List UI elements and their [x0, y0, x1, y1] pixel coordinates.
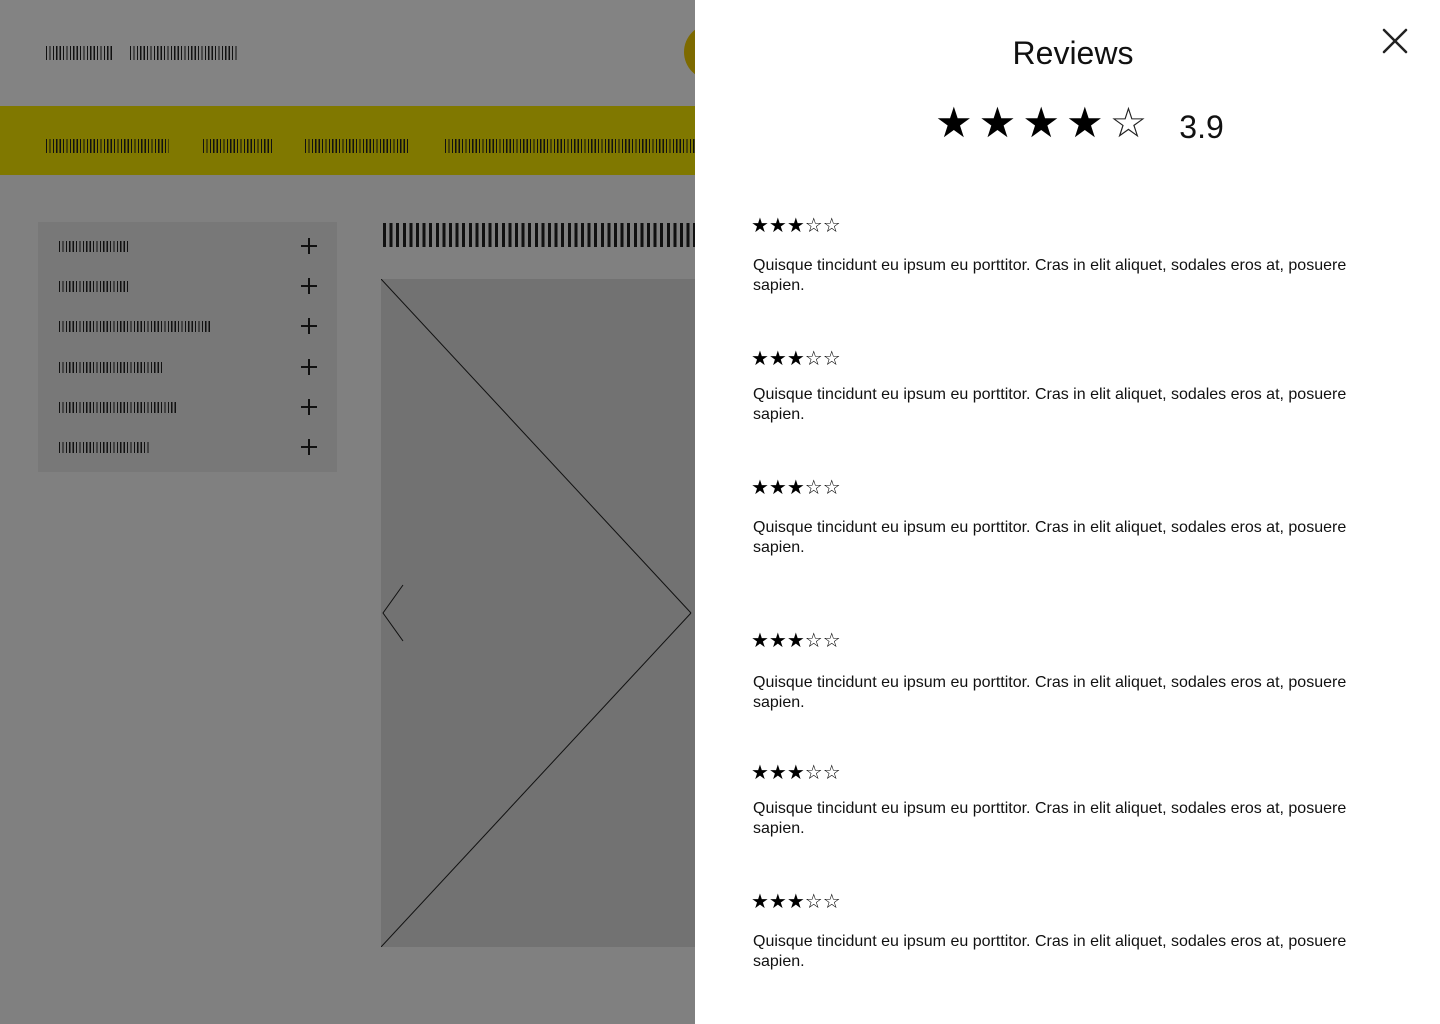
review-text: Quisque tincidunt eu ipsum eu porttitor.…	[753, 800, 1347, 837]
review-rating-stars: ★★★☆☆	[751, 760, 841, 784]
sidebar-item[interactable]	[38, 226, 337, 266]
sidebar-item-label	[59, 281, 128, 292]
plus-icon[interactable]	[301, 278, 317, 294]
nav-item[interactable]	[305, 139, 408, 153]
reviews-drawer: Reviews ★ ★ ★ ★ ☆ 3.9 ★★★☆☆ Quisque tinc…	[695, 0, 1440, 1024]
review-text: Quisque tincidunt eu ipsum eu porttitor.…	[753, 933, 1347, 970]
nav-item[interactable]	[46, 139, 169, 153]
star-filled-icon: ★	[1065, 98, 1104, 147]
sidebar-item-label	[59, 241, 128, 252]
review-text: Quisque tincidunt eu ipsum eu porttitor.…	[753, 674, 1347, 711]
rating-summary: ★ ★ ★ ★ ☆ 3.9	[935, 98, 1224, 148]
star-empty-icon: ☆	[1109, 98, 1148, 147]
sidebar-item-label	[59, 362, 163, 373]
sidebar-item-label	[59, 321, 211, 332]
category-sidebar	[38, 222, 337, 472]
close-icon[interactable]	[1380, 26, 1410, 56]
sidebar-item[interactable]	[38, 347, 337, 387]
drawer-title: Reviews	[1012, 35, 1134, 71]
chevron-left-icon[interactable]	[381, 584, 405, 642]
sidebar-item[interactable]	[38, 387, 337, 427]
nav-item[interactable]	[203, 139, 272, 153]
review-rating-stars: ★★★☆☆	[751, 628, 841, 652]
star-filled-icon: ★	[978, 98, 1017, 147]
review-item: ★★★☆☆ Quisque tincidunt eu ipsum eu port…	[751, 761, 1391, 839]
review-item: ★★★☆☆ Quisque tincidunt eu ipsum eu port…	[751, 214, 1391, 296]
sidebar-item-label	[59, 442, 151, 453]
plus-icon[interactable]	[301, 439, 317, 455]
average-rating-stars: ★ ★ ★ ★ ☆	[935, 100, 1147, 146]
review-rating-stars: ★★★☆☆	[751, 213, 841, 237]
review-text: Quisque tincidunt eu ipsum eu porttitor.…	[753, 386, 1347, 423]
product-title	[383, 223, 695, 247]
nav-item[interactable]	[445, 139, 695, 153]
average-score: 3.9	[1179, 109, 1224, 145]
review-item: ★★★☆☆ Quisque tincidunt eu ipsum eu port…	[751, 347, 1391, 425]
review-rating-stars: ★★★☆☆	[751, 889, 841, 913]
review-item: ★★★☆☆ Quisque tincidunt eu ipsum eu port…	[751, 890, 1391, 972]
sidebar-item[interactable]	[38, 306, 337, 346]
header-link[interactable]	[46, 46, 114, 60]
review-text: Quisque tincidunt eu ipsum eu porttitor.…	[753, 257, 1347, 294]
star-filled-icon: ★	[935, 98, 973, 147]
plus-icon[interactable]	[301, 318, 317, 334]
sidebar-item[interactable]	[38, 266, 337, 306]
plus-icon[interactable]	[301, 399, 317, 415]
review-item: ★★★☆☆ Quisque tincidunt eu ipsum eu port…	[751, 629, 1391, 713]
star-filled-icon: ★	[1022, 98, 1060, 147]
sidebar-item[interactable]	[38, 427, 337, 467]
review-rating-stars: ★★★☆☆	[751, 475, 841, 499]
plus-icon[interactable]	[301, 238, 317, 254]
review-text: Quisque tincidunt eu ipsum eu porttitor.…	[753, 519, 1347, 556]
review-item: ★★★☆☆ Quisque tincidunt eu ipsum eu port…	[751, 476, 1391, 558]
plus-icon[interactable]	[301, 359, 317, 375]
sidebar-item-label	[59, 402, 176, 413]
review-rating-stars: ★★★☆☆	[751, 346, 841, 370]
header-link[interactable]	[130, 46, 237, 60]
